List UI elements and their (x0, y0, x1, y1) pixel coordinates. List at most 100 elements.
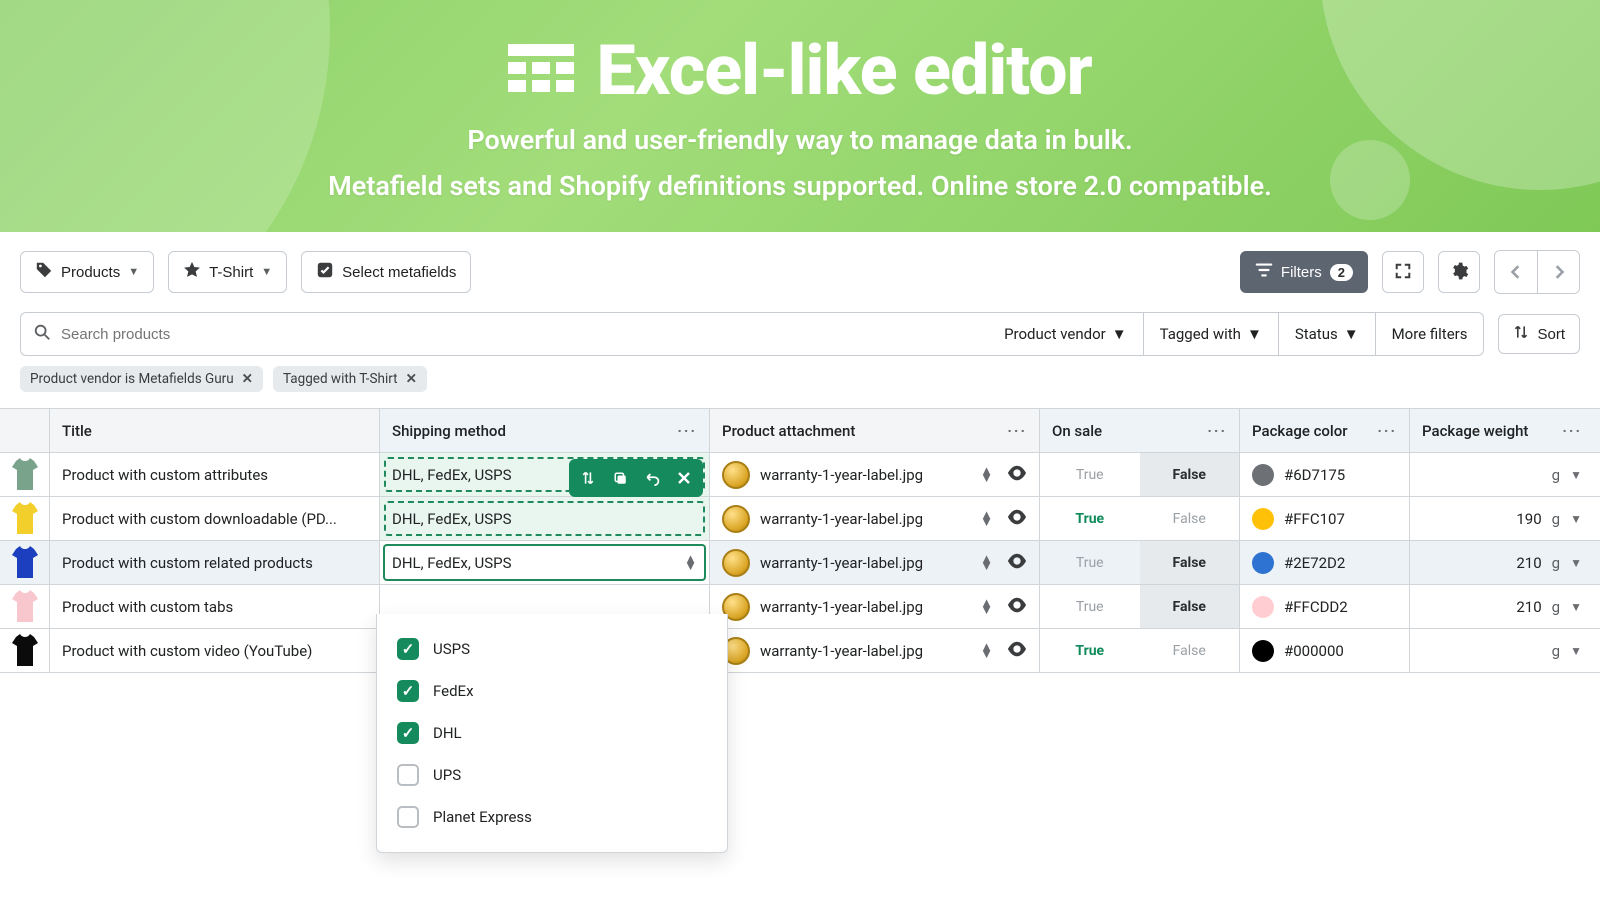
next-page-button[interactable] (1537, 251, 1579, 293)
col-shipping[interactable]: Shipping method··· (380, 409, 710, 452)
weight-cell[interactable]: 210g▼ (1410, 541, 1600, 584)
onsale-cell[interactable]: TrueFalse (1040, 541, 1240, 584)
products-dropdown[interactable]: Products ▼ (20, 251, 154, 293)
weight-cell[interactable]: g▼ (1410, 629, 1600, 672)
copy-icon[interactable] (605, 463, 635, 493)
column-menu-icon[interactable]: ··· (1377, 422, 1397, 440)
select-arrows-icon: ▲▼ (684, 556, 697, 570)
eye-icon[interactable] (1007, 465, 1027, 485)
product-thumb (0, 629, 50, 672)
onsale-cell[interactable]: TrueFalse (1040, 629, 1240, 672)
shipping-cell[interactable]: DHL, FedEx, USPS▲▼ (380, 541, 710, 584)
column-menu-icon[interactable]: ··· (677, 422, 697, 440)
dropdown-option[interactable]: FedEx (393, 670, 711, 712)
weight-cell[interactable]: 190g▼ (1410, 497, 1600, 540)
onsale-true[interactable]: True (1040, 629, 1140, 672)
filter-chip[interactable]: Product vendor is Metafields Guru✕ (20, 366, 263, 392)
onsale-cell[interactable]: TrueFalse (1040, 585, 1240, 628)
select-arrows-icon: ▲▼ (980, 556, 993, 570)
search-input[interactable] (61, 326, 976, 343)
search-box[interactable] (20, 312, 988, 356)
tshirt-dropdown[interactable]: T-Shirt ▼ (168, 251, 287, 293)
attachment-cell[interactable]: warranty-1-year-label.jpg▲▼ (710, 541, 1040, 584)
col-color[interactable]: Package color··· (1240, 409, 1410, 452)
color-cell[interactable]: #FFC107 (1240, 497, 1410, 540)
col-attachment[interactable]: Product attachment··· (710, 409, 1040, 452)
onsale-cell[interactable]: TrueFalse (1040, 453, 1240, 496)
hero-title: Excel-like editor (0, 30, 1600, 112)
color-cell[interactable]: #2E72D2 (1240, 541, 1410, 584)
onsale-cell[interactable]: TrueFalse (1040, 497, 1240, 540)
checkbox[interactable] (397, 764, 419, 786)
eye-icon[interactable] (1007, 641, 1027, 661)
move-icon[interactable] (573, 463, 603, 493)
onsale-true[interactable]: True (1040, 541, 1140, 584)
color-cell[interactable]: #FFCDD2 (1240, 585, 1410, 628)
filters-button[interactable]: Filters 2 (1240, 251, 1368, 293)
product-title[interactable]: Product with custom downloadable (PD... (50, 497, 380, 540)
checkbox[interactable] (397, 806, 419, 828)
badge-icon (722, 461, 750, 489)
checkbox[interactable] (397, 638, 419, 660)
eye-icon[interactable] (1007, 553, 1027, 573)
filter-chip[interactable]: Tagged with T-Shirt✕ (273, 366, 427, 392)
eye-icon[interactable] (1007, 509, 1027, 529)
column-menu-icon[interactable]: ··· (1207, 422, 1239, 440)
fullscreen-button[interactable] (1382, 251, 1424, 293)
onsale-false[interactable]: False (1140, 541, 1240, 584)
shipping-dropdown[interactable]: USPSFedExDHLUPS Planet Express (376, 614, 728, 853)
checkbox[interactable] (397, 722, 419, 744)
color-cell[interactable]: #6D7175 (1240, 453, 1410, 496)
vendor-filter[interactable]: Product vendor▼ (988, 312, 1144, 356)
weight-cell[interactable]: g▼ (1410, 453, 1600, 496)
dropdown-option[interactable]: USPS (393, 628, 711, 670)
more-filters-button[interactable]: More filters (1376, 312, 1485, 356)
prev-page-button[interactable] (1495, 251, 1537, 293)
tagged-filter-label: Tagged with (1160, 325, 1241, 343)
checkbox[interactable] (397, 680, 419, 702)
tagged-filter[interactable]: Tagged with▼ (1144, 312, 1279, 356)
toolbar: Products ▼ T-Shirt ▼ Select metafields F… (0, 232, 1600, 312)
dropdown-option[interactable]: Planet Express (393, 796, 711, 838)
attachment-cell[interactable]: warranty-1-year-label.jpg▲▼ (710, 497, 1040, 540)
onsale-true[interactable]: True (1040, 453, 1140, 496)
col-weight[interactable]: Package weight··· (1410, 409, 1600, 452)
settings-button[interactable] (1438, 251, 1480, 293)
shipping-cell[interactable]: DHL, FedEx, USPS (380, 497, 710, 540)
select-metafields-button[interactable]: Select metafields (301, 251, 471, 293)
attachment-cell[interactable]: warranty-1-year-label.jpg▲▼ (710, 629, 1040, 672)
dropdown-option[interactable]: UPS (393, 754, 711, 796)
dropdown-option[interactable]: DHL (393, 712, 711, 754)
column-menu-icon[interactable]: ··· (1562, 422, 1582, 440)
option-label: Planet Express (433, 808, 532, 826)
onsale-true[interactable]: True (1040, 585, 1140, 628)
caret-down-icon: ▼ (1570, 468, 1582, 482)
header-row: Title Shipping method··· Product attachm… (0, 409, 1600, 453)
table-row: Product with custom attributes DHL, FedE… (0, 453, 1600, 497)
weight-cell[interactable]: 210g▼ (1410, 585, 1600, 628)
data-grid: Title Shipping method··· Product attachm… (0, 408, 1600, 673)
undo-icon[interactable] (637, 463, 667, 493)
close-icon[interactable] (669, 463, 699, 493)
attachment-cell[interactable]: warranty-1-year-label.jpg▲▼ (710, 585, 1040, 628)
product-thumb (0, 541, 50, 584)
close-icon[interactable]: ✕ (406, 371, 417, 387)
col-title[interactable]: Title (50, 409, 380, 452)
close-icon[interactable]: ✕ (242, 371, 253, 387)
onsale-true[interactable]: True (1040, 497, 1140, 540)
product-title[interactable]: Product with custom tabs (50, 585, 380, 628)
onsale-false[interactable]: False (1140, 453, 1240, 496)
attachment-cell[interactable]: warranty-1-year-label.jpg▲▼ (710, 453, 1040, 496)
col-onsale[interactable]: On sale··· (1040, 409, 1240, 452)
eye-icon[interactable] (1007, 597, 1027, 617)
sort-button[interactable]: Sort (1498, 314, 1580, 354)
onsale-false[interactable]: False (1140, 629, 1240, 672)
onsale-false[interactable]: False (1140, 497, 1240, 540)
column-menu-icon[interactable]: ··· (1007, 422, 1027, 440)
product-title[interactable]: Product with custom attributes (50, 453, 380, 496)
color-cell[interactable]: #000000 (1240, 629, 1410, 672)
product-title[interactable]: Product with custom related products (50, 541, 380, 584)
onsale-false[interactable]: False (1140, 585, 1240, 628)
status-filter[interactable]: Status▼ (1279, 312, 1376, 356)
product-title[interactable]: Product with custom video (YouTube) (50, 629, 380, 672)
